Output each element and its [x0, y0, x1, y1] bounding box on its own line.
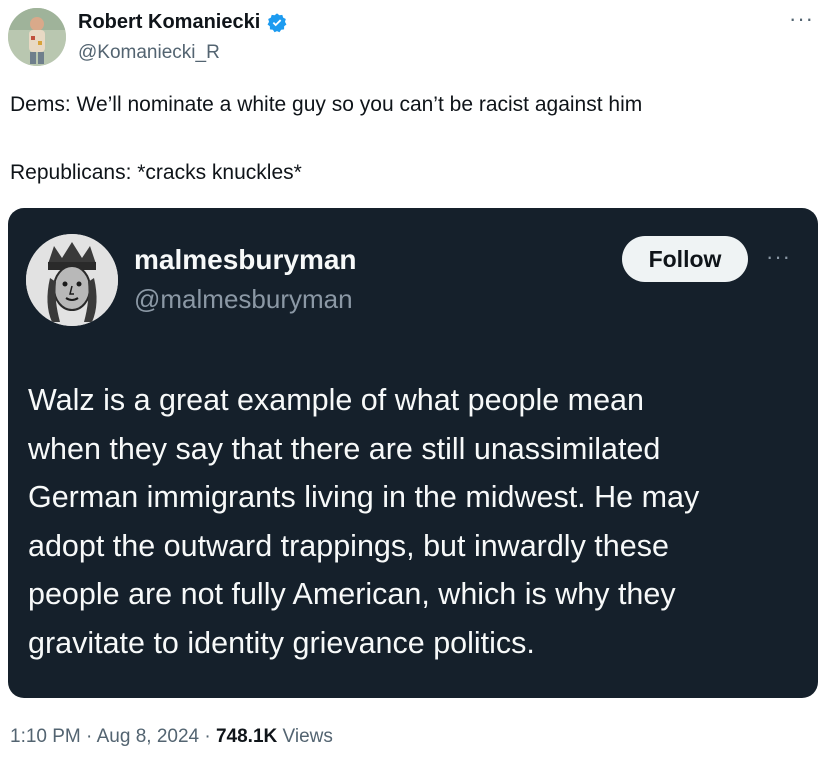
quoted-text-line: gravitate to identity grievance politics…: [28, 625, 535, 660]
engraved-portrait: [26, 234, 118, 326]
quoted-text-line: German immigrants living in the midwest.…: [28, 480, 700, 515]
tweet: Robert Komaniecki @Komaniecki_R ··· Dems…: [0, 0, 828, 758]
meta-separator: ·: [86, 726, 93, 747]
quoted-text-line: adopt the outward trappings, but inwardl…: [28, 528, 669, 563]
quoted-post-screenshot: malmesburyman @malmesburyman Follow ··· …: [8, 208, 818, 698]
tweet-text-line: Republicans: *cracks knuckles*: [10, 161, 302, 184]
quoted-more-options-icon: ···: [766, 244, 791, 269]
author-handle[interactable]: @Komaniecki_R: [78, 42, 220, 64]
author-name[interactable]: Robert Komaniecki: [78, 11, 260, 34]
quoted-post-text: Walz is a great example of what people m…: [28, 376, 808, 668]
quoted-author-name: malmesburyman: [134, 244, 357, 275]
quoted-text-line: people are not fully American, which is …: [28, 577, 676, 612]
post-time[interactable]: 1:10 PM: [10, 726, 81, 747]
more-options-icon[interactable]: ···: [789, 6, 814, 32]
author-name-row: Robert Komaniecki: [78, 11, 288, 34]
verified-badge-icon: [267, 12, 287, 32]
tweet-text-line: Dems: We’ll nominate a white guy so you …: [10, 93, 643, 116]
views-count[interactable]: 748.1K: [216, 726, 277, 747]
quoted-text-line: Walz is a great example of what people m…: [28, 383, 644, 417]
quoted-text-line: when they say that there are still unass…: [28, 431, 661, 466]
author-photo: [8, 8, 66, 66]
post-date[interactable]: Aug 8, 2024: [97, 726, 199, 747]
meta-separator: ·: [204, 726, 211, 747]
post-meta: 1:10 PM · Aug 8, 2024 · 748.1K Views: [10, 726, 333, 748]
views-label: Views: [282, 726, 333, 747]
author-avatar[interactable]: [8, 8, 66, 66]
follow-button: Follow: [622, 236, 748, 282]
quoted-author-avatar: [26, 234, 118, 326]
quoted-author-handle: @malmesburyman: [134, 284, 353, 314]
